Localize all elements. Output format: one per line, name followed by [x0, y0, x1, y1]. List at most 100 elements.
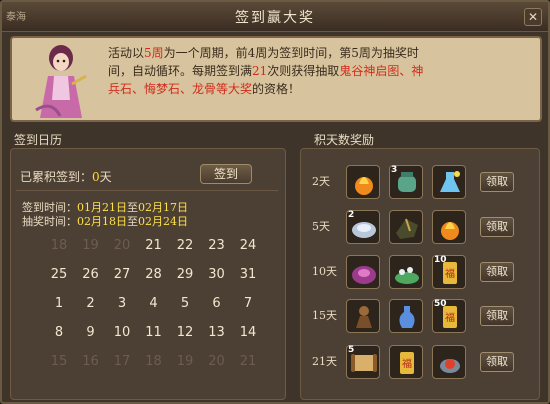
reward-qty: 2 — [348, 210, 355, 220]
reward-item-slot[interactable] — [389, 255, 423, 289]
calendar-day: 21 — [239, 354, 257, 369]
reward-days-label: 15天 — [312, 309, 337, 322]
reward-days-label: 2天 — [312, 175, 330, 188]
draw-start-date: 02月18日 — [77, 215, 127, 228]
rewards-section-title: 积天数奖励 — [314, 133, 375, 147]
reward-qty: 50 — [434, 299, 447, 309]
reward-qty: 10 — [434, 255, 447, 265]
calendar-day: 4 — [149, 296, 158, 311]
reward-days-label: 10天 — [312, 265, 337, 278]
svg-text:福: 福 — [445, 267, 455, 280]
calendar-day: 19 — [176, 354, 194, 369]
calendar-day: 19 — [82, 238, 99, 253]
calendar-day: 20 — [208, 354, 225, 369]
reward-item-slot[interactable] — [346, 255, 380, 289]
desc-seg-2: 5周 — [144, 46, 164, 60]
reward-item-slot[interactable] — [432, 165, 466, 199]
calendar-day: 24 — [239, 238, 257, 253]
reward-days-label: 21天 — [312, 355, 337, 368]
sign-in-window: 泰海 签到赢大奖 ✕ 活动以5周为一个周期，前4周为签到时间，第5周为抽奖时间，… — [0, 0, 550, 404]
calendar-day: 17 — [113, 354, 131, 369]
calendar-day: 3 — [117, 296, 127, 311]
character-portrait-icon — [35, 45, 87, 118]
crystal-flask-icon — [440, 171, 460, 192]
blue-vase-icon — [399, 306, 415, 328]
reward-item-slot[interactable] — [346, 299, 380, 333]
fire-orb-icon — [441, 222, 459, 240]
calendar-day: 30 — [208, 267, 225, 282]
calendar-day: 25 — [50, 267, 68, 282]
reward-item-slot[interactable] — [432, 345, 466, 379]
desc-seg-1: 活动以 — [108, 46, 145, 60]
draw-period: 抽奖时间：02月18日至02月24日 — [22, 213, 188, 229]
calendar-day: 9 — [86, 325, 95, 340]
calendar-day: 6 — [212, 296, 221, 311]
close-button[interactable]: ✕ — [524, 8, 542, 26]
claim-button[interactable]: 领取 — [480, 217, 514, 237]
calendar-day: 8 — [54, 325, 64, 340]
desc-seg-4: 21 — [252, 64, 268, 78]
gold-talisman-icon: 福 — [400, 352, 414, 374]
desc-seg-7: 的资格！ — [252, 82, 301, 96]
calendar-day: 11 — [145, 325, 162, 340]
draw-to: 至 — [127, 215, 138, 228]
claim-button[interactable]: 领取 — [480, 306, 514, 326]
reward-item-slot[interactable]: 福 10 — [432, 255, 466, 289]
lotus-icon — [395, 267, 419, 284]
calendar-day: 22 — [176, 238, 194, 253]
calendar-day: 18 — [145, 354, 162, 369]
calendar-section-title: 签到日历 — [14, 133, 63, 147]
reward-item-slot[interactable] — [346, 165, 380, 199]
claim-button[interactable]: 领取 — [480, 172, 514, 192]
reward-item-slot[interactable]: 3 — [389, 165, 423, 199]
calendar-day: 1 — [54, 296, 64, 311]
draw-end-date: 02月24日 — [138, 215, 188, 228]
reward-item-slot[interactable] — [389, 299, 423, 333]
title-bar[interactable]: 泰海 签到赢大奖 ✕ — [2, 2, 548, 32]
reward-days-label: 5天 — [312, 220, 330, 233]
reward-item-slot[interactable] — [432, 210, 466, 244]
reward-item-slot[interactable]: 2 — [346, 210, 380, 244]
reward-item-slot[interactable]: 福 — [389, 345, 423, 379]
claim-button[interactable]: 领取 — [480, 352, 514, 372]
calendar-day: 26 — [82, 267, 99, 282]
reward-item-slot[interactable]: 福 50 — [432, 299, 466, 333]
calendar-day: 21 — [145, 238, 162, 253]
calendar-day: 31 — [239, 267, 257, 282]
reward-qty: 3 — [391, 165, 398, 175]
calendar-day: 2 — [86, 296, 95, 311]
calendar-day: 14 — [239, 325, 257, 340]
bronze-figure-icon — [356, 306, 372, 328]
calendar-day: 7 — [243, 296, 253, 311]
calendar-day: 29 — [176, 267, 194, 282]
claim-button[interactable]: 领取 — [480, 262, 514, 282]
reward-item-slot[interactable]: 5 — [346, 345, 380, 379]
dark-ore-icon — [396, 218, 418, 239]
sign-in-counter: 已累积签到：0天 — [20, 168, 112, 185]
sign-in-button[interactable]: 签到 — [200, 164, 252, 184]
desc-seg-5: 次则获得抽取 — [267, 64, 340, 78]
calendar-day: 20 — [113, 238, 131, 253]
reward-row: 5天 2 领取 — [304, 207, 540, 247]
calendar-day: 27 — [113, 267, 131, 282]
calendar-day: 5 — [180, 296, 190, 311]
reward-row: 15天 福 50 领取 — [304, 296, 540, 336]
calendar-day: 18 — [50, 238, 68, 253]
counter-label: 已累积签到： — [20, 170, 93, 184]
reward-row: 2天 3 领取 — [304, 162, 540, 202]
reward-item-slot[interactable] — [389, 210, 423, 244]
calendar-day: 28 — [145, 267, 162, 282]
svg-text:福: 福 — [402, 357, 412, 370]
event-description: 活动以5周为一个周期，前4周为签到时间，第5周为抽奖时间，自动循环。每期签到满2… — [108, 44, 428, 98]
event-banner: 活动以5周为一个周期，前4周为签到时间，第5周为抽奖时间，自动循环。每期签到满2… — [10, 36, 542, 122]
calendar-day: 23 — [208, 238, 225, 253]
reward-row: 21天 5 福 领取 — [304, 342, 540, 382]
calendar-day: 13 — [208, 325, 225, 340]
calendar-day: 15 — [50, 354, 68, 369]
reward-qty: 5 — [348, 345, 355, 355]
calendar-day: 10 — [113, 325, 131, 340]
red-gem-icon — [440, 359, 460, 373]
counter-unit: 天 — [99, 170, 112, 184]
window-title: 签到赢大奖 — [235, 10, 315, 26]
divider — [16, 190, 278, 191]
